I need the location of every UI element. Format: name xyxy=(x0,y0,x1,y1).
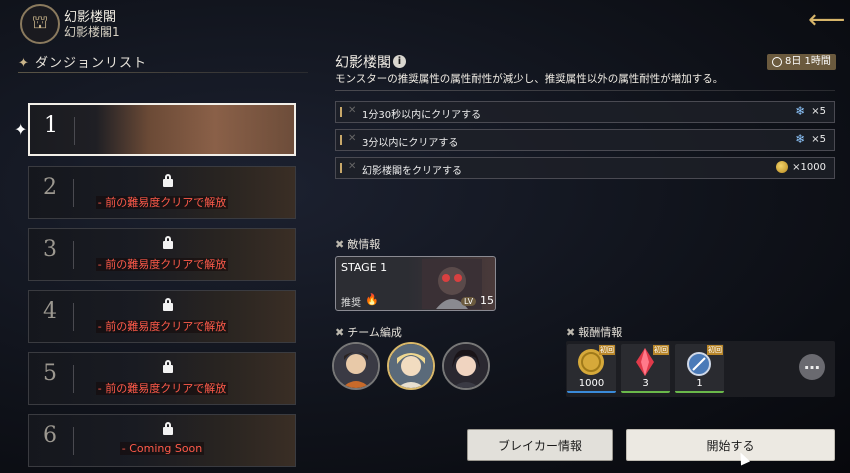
dungeon-emblem-icon: ⛫ xyxy=(20,4,60,44)
reward-item-red-crystal[interactable]: 初回 3 xyxy=(621,344,670,393)
more-options-icon[interactable]: … xyxy=(799,354,825,380)
dungeon-card-4[interactable]: 4 - 前の難易度クリアで解放 xyxy=(28,290,296,343)
enemy-level: 15 xyxy=(480,294,494,307)
lock-icon xyxy=(163,360,173,374)
clock-icon xyxy=(772,57,782,67)
fire-element-icon: 🔥 xyxy=(365,293,379,306)
reward-info-heading: ✖ 報酬情報 xyxy=(566,326,623,339)
unlock-condition: - 前の難易度クリアで解放 xyxy=(95,196,229,209)
divider xyxy=(74,117,75,145)
unlock-condition: - 前の難易度クリアで解放 xyxy=(95,382,229,395)
info-icon[interactable]: i xyxy=(393,55,406,68)
time-remaining-badge: 8日 1時間 xyxy=(767,54,836,70)
dungeon-card-6[interactable]: 6 - Coming Soon xyxy=(28,414,296,467)
breaker-info-button[interactable]: ブレイカー情報 xyxy=(467,429,613,461)
unlock-condition: - 前の難易度クリアで解放 xyxy=(95,320,229,333)
crystal-icon: ❄ xyxy=(795,104,806,118)
incomplete-mark-icon: ✕ xyxy=(348,105,357,116)
mission-row: ✕ 3分以内にクリアする ❄ ×5 xyxy=(335,129,835,151)
dungeon-list-heading: ✦ ダンジョンリスト xyxy=(18,56,148,71)
team-member-avatar[interactable] xyxy=(387,342,435,390)
unlock-condition: - Coming Soon xyxy=(119,442,205,455)
team-member-avatar[interactable] xyxy=(332,342,380,390)
dungeon-number: 1 xyxy=(44,113,58,138)
back-arrow-icon[interactable]: ⟵ xyxy=(808,6,845,34)
lock-icon xyxy=(163,422,173,436)
dungeon-card-2[interactable]: 2 - 前の難易度クリアで解放 xyxy=(28,166,296,219)
dungeon-card-1[interactable]: 1 xyxy=(28,103,296,156)
reward-list: 初回 1000 初回 3 初回 1 xyxy=(566,341,835,397)
lock-icon xyxy=(163,236,173,250)
crystal-icon: ❄ xyxy=(795,132,806,146)
incomplete-mark-icon: ✕ xyxy=(348,161,357,172)
team-member-avatar[interactable] xyxy=(442,342,490,390)
stage-card[interactable]: STAGE 1 推奨 🔥 LV 15 xyxy=(335,256,496,311)
dungeon-title: 幻影楼閣 xyxy=(335,55,391,71)
dungeon-card-3[interactable]: 3 - 前の難易度クリアで解放 xyxy=(28,228,296,281)
mission-row: ✕ 1分30秒以内にクリアする ❄ ×5 xyxy=(335,101,835,123)
start-button[interactable]: 開始する xyxy=(626,429,835,461)
unlock-condition: - 前の難易度クリアで解放 xyxy=(95,258,229,271)
reward-item-gold[interactable]: 初回 1000 xyxy=(567,344,616,393)
divider xyxy=(18,72,308,73)
divider xyxy=(335,90,835,91)
dungeon-description: モンスターの推奨属性の属性耐性が減少し、推奨属性以外の属性耐性が増加する。 xyxy=(335,73,724,85)
sparkle-icon: ✦ xyxy=(18,56,36,71)
reward-item-compass[interactable]: 初回 1 xyxy=(675,344,724,393)
team-heading: ✖ チーム編成 xyxy=(335,326,402,339)
level-badge: LV xyxy=(461,297,477,306)
gold-coin-icon xyxy=(776,161,789,173)
mission-row: ✕ 幻影楼閣をクリアする ×1000 xyxy=(335,157,835,179)
dungeon-card-5[interactable]: 5 - 前の難易度クリアで解放 xyxy=(28,352,296,405)
enemy-info-heading: ✖ 敵情報 xyxy=(335,238,381,251)
incomplete-mark-icon: ✕ xyxy=(348,133,357,144)
header-subtitle: 幻影楼閣1 xyxy=(64,25,120,39)
lock-icon xyxy=(163,298,173,312)
selection-sparkle-icon: ✦ xyxy=(14,120,28,139)
lock-icon xyxy=(163,174,173,188)
